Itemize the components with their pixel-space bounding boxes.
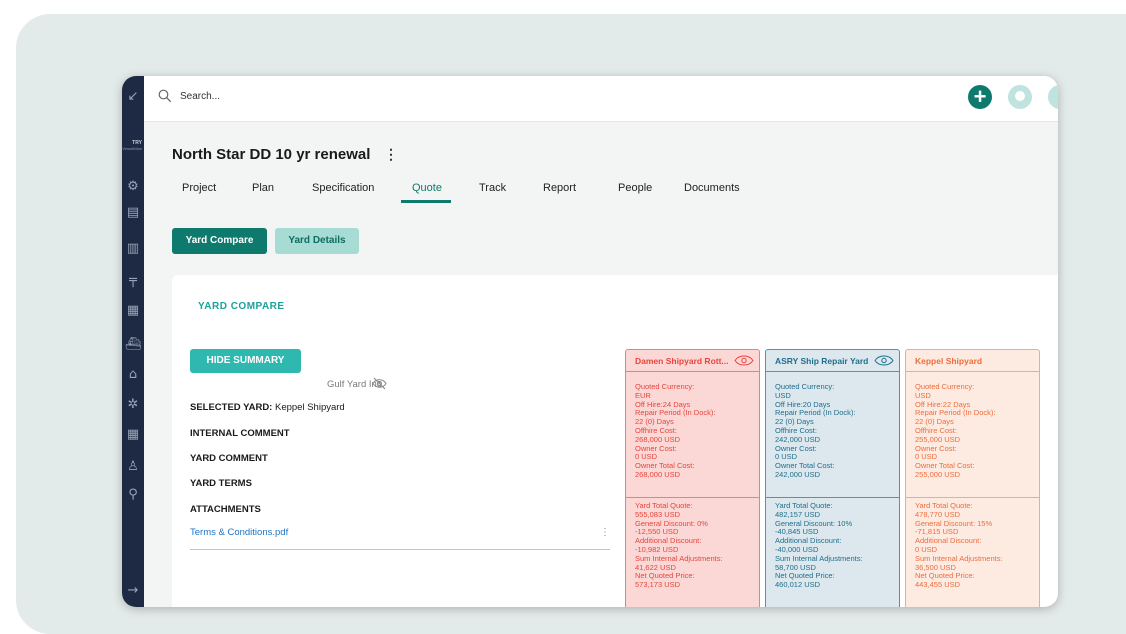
card-line: Quoted Currency: [635, 382, 695, 391]
brand-subtitle: VesselMan [122, 146, 142, 151]
yard-card[interactable]: Damen Shipyard Rott... Quoted Currency: … [625, 349, 760, 607]
card-line: 268,000 USD [635, 469, 681, 479]
attachment-link[interactable]: Terms & Conditions.pdf [190, 527, 288, 538]
yard-card[interactable]: ASRY Ship Repair Yard Quoted Currency: U… [765, 349, 900, 607]
selected-yard-label: SELECTED YARD: [190, 402, 273, 413]
card-line: 242,000 USD [775, 469, 821, 479]
card-line: 255,000 USD [915, 469, 961, 479]
top-bar: + [144, 76, 1058, 122]
app-window: ↙ TRY VesselMan ⚙ ▤ ▥ ╤ ▦ ⛴ ⌂ ✲ ▦ ♙ ⚲ → [122, 76, 1058, 607]
yard-details-button[interactable]: Yard Details [275, 228, 359, 254]
yard-cost-section: Quoted Currency: USD Off Hire:20 Days Re… [766, 372, 899, 498]
plus-icon: + [973, 84, 987, 109]
yard-card-header: ASRY Ship Repair Yard [766, 350, 899, 372]
eye-icon[interactable] [874, 354, 894, 367]
tab-report[interactable]: Report [543, 182, 576, 194]
yard-card-header: Damen Shipyard Rott... [626, 350, 759, 372]
background-frame: ↙ TRY VesselMan ⚙ ▤ ▥ ╤ ▦ ⛴ ⌂ ✲ ▦ ♙ ⚲ → [16, 14, 1126, 634]
panel-title: YARD COMPARE [198, 301, 285, 312]
yard-cost-section: Quoted Currency: USD Off Hire:22 Days Re… [906, 372, 1039, 498]
tab-project[interactable]: Project [182, 182, 216, 194]
tab-track[interactable]: Track [479, 182, 506, 194]
brand-logo: TRY VesselMan [122, 140, 144, 152]
yard-compare-panel: YARD COMPARE HIDE SUMMARY Gulf Yard Inc … [172, 275, 1058, 607]
eye-off-icon[interactable] [372, 377, 387, 390]
card-line: 573,173 USD [635, 580, 681, 590]
crane-icon[interactable]: ╤ [122, 274, 144, 288]
user-avatar-icon[interactable] [1008, 85, 1032, 109]
yard-cost-section: Quoted Currency: EUR Off Hire:24 Days Re… [626, 372, 759, 498]
people-icon[interactable]: ⚲ [122, 488, 144, 502]
card-line: Quoted Currency: [775, 382, 835, 391]
tab-specification[interactable]: Specification [312, 182, 374, 194]
attachment-divider [190, 549, 610, 550]
search-icon [158, 89, 172, 103]
internal-comment-label: INTERNAL COMMENT [190, 428, 290, 439]
document-icon[interactable]: ▤ [122, 206, 144, 220]
settings-gear-icon[interactable]: ⚙ [122, 180, 144, 194]
user-icon[interactable]: ♙ [122, 460, 144, 474]
tab-quote[interactable]: Quote [412, 182, 442, 194]
tab-people[interactable]: People [618, 182, 652, 194]
hide-summary-button[interactable]: HIDE SUMMARY [190, 349, 301, 373]
card-line: 443,455 USD [915, 580, 961, 590]
yard-card-selected[interactable]: Keppel Shipyard Quoted Currency: USD Off… [905, 349, 1040, 607]
calendar-icon[interactable]: ▦ [122, 428, 144, 442]
yard-card-header: Keppel Shipyard [906, 350, 1039, 372]
yard-compare-button[interactable]: Yard Compare [172, 228, 267, 254]
yard-terms-label: YARD TERMS [190, 478, 252, 489]
eye-icon[interactable] [734, 354, 754, 367]
cogs-icon[interactable]: ✲ [122, 398, 144, 412]
collapse-icon[interactable]: ↙ [122, 90, 144, 104]
ship-icon[interactable]: ⛴ [122, 338, 144, 352]
port-icon[interactable]: ⌂ [122, 368, 144, 382]
attachment-menu-icon[interactable]: ⋮ [600, 527, 610, 538]
sidebar: ↙ TRY VesselMan ⚙ ▤ ▥ ╤ ▦ ⛴ ⌂ ✲ ▦ ♙ ⚲ → [122, 76, 144, 607]
clipboard-icon[interactable]: ▥ [122, 242, 144, 256]
yard-comment-label: YARD COMMENT [190, 453, 268, 464]
add-button[interactable]: + [968, 85, 992, 109]
tab-plan[interactable]: Plan [252, 182, 274, 194]
selected-yard: SELECTED YARD: Keppel Shipyard [190, 402, 345, 413]
yard-name: ASRY Ship Repair Yard [775, 356, 869, 366]
page-title: North Star DD 10 yr renewal [172, 146, 371, 163]
search-input[interactable] [180, 91, 480, 102]
selected-yard-value: Keppel Shipyard [275, 402, 345, 413]
tab-documents[interactable]: Documents [684, 182, 740, 194]
project-menu-icon[interactable]: ⋮ [384, 146, 398, 163]
yard-name: Keppel Shipyard [915, 356, 983, 366]
active-tab-indicator [401, 200, 451, 203]
yard-quote-section: Yard Total Quote: 478,770 USD General Di… [906, 498, 1039, 593]
help-icon[interactable] [1048, 85, 1058, 109]
logout-icon[interactable]: → [122, 584, 144, 598]
attachments-label: ATTACHMENTS [190, 504, 261, 515]
yard-quote-section: Yard Total Quote: 555,083 USD General Di… [626, 498, 759, 593]
yard-name: Damen Shipyard Rott... [635, 356, 729, 366]
card-line: Quoted Currency: [915, 382, 975, 391]
building-icon[interactable]: ▦ [122, 304, 144, 318]
yard-quote-section: Yard Total Quote: 482,157 USD General Di… [766, 498, 899, 593]
card-line: 460,012 USD [775, 580, 821, 590]
